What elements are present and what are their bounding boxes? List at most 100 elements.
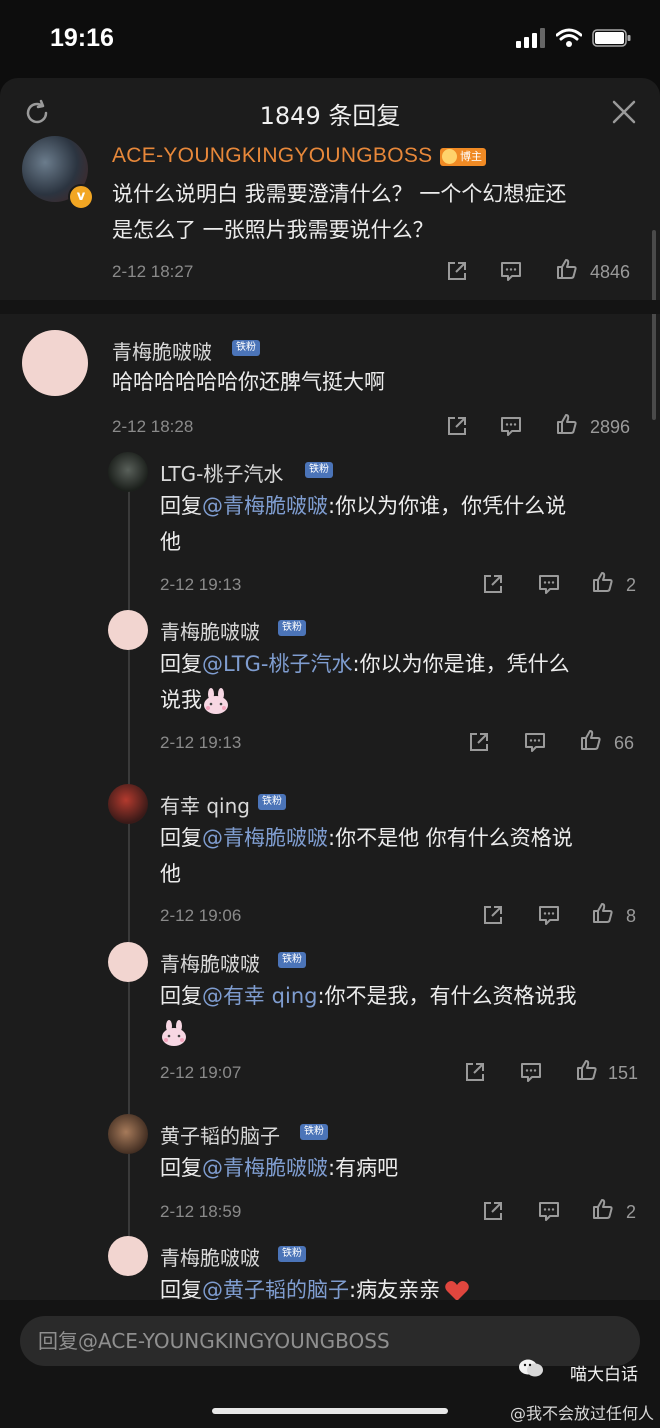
divider	[0, 300, 660, 314]
avatar[interactable]	[108, 942, 148, 982]
comment-icon[interactable]	[500, 260, 522, 282]
watermark-handle: @我不会放过任何人	[509, 1404, 654, 1423]
author-name[interactable]: 青梅脆啵啵	[160, 616, 260, 645]
fan-badge: 铁粉	[305, 462, 333, 478]
comment-text: 哈哈哈哈哈哈你还脾气挺大啊	[112, 370, 385, 394]
mention-link[interactable]: @黄子韬的脑子	[202, 1278, 349, 1302]
reply-body: 说我	[160, 688, 202, 712]
like-icon[interactable]	[580, 729, 602, 751]
like-icon[interactable]	[592, 571, 614, 593]
reply-bar: 回复@ACE-YOUNGKINGYOUNGBOSS 喵大白话 @我不会放过任何人	[0, 1300, 660, 1428]
author-name[interactable]: 青梅脆啵啵	[160, 948, 260, 977]
fan-badge: 铁粉	[278, 1246, 306, 1262]
reply-time: 2-12 19:06	[160, 906, 242, 925]
author-name[interactable]: 青梅脆啵啵	[112, 336, 212, 365]
close-icon[interactable]	[610, 98, 638, 126]
reply-text-line1: 回复@青梅脆啵啵:你不是他 你有什么资格说	[160, 820, 573, 856]
comment-icon[interactable]	[524, 731, 546, 753]
share-icon[interactable]	[468, 731, 490, 753]
mention-link[interactable]: @有幸 qing	[202, 984, 317, 1008]
scroll-indicator[interactable]	[652, 230, 656, 420]
reply-input[interactable]: 回复@ACE-YOUNGKINGYOUNGBOSS	[20, 1316, 640, 1366]
bunny-emoji-icon	[162, 1020, 186, 1046]
reply-text-line2: 说我	[160, 682, 230, 718]
comment-icon[interactable]	[538, 1200, 560, 1222]
wechat-icon	[519, 1359, 543, 1377]
like-icon[interactable]	[556, 413, 578, 435]
like-icon[interactable]	[592, 902, 614, 924]
like-count: 4846	[590, 262, 631, 282]
author-name[interactable]: ACE-YOUNGKINGYOUNGBOSS	[112, 144, 432, 168]
comment-icon[interactable]	[538, 904, 560, 926]
mention-link[interactable]: @LTG-桃子汽水	[202, 652, 353, 676]
comment-icon[interactable]	[520, 1061, 542, 1083]
reply-body: :你以为你是谁，凭什么	[352, 652, 570, 676]
like-count: 2896	[590, 417, 631, 437]
replies-sheet: 1849 条回复 v ACE-YOUNGKINGYOUNGBOSS 博主 说什么…	[0, 78, 660, 1428]
reply-body: :你以为你谁，你凭什么说	[328, 494, 567, 518]
fan-badge: 铁粉	[232, 340, 260, 356]
comment-time: 2-12 18:27	[112, 262, 194, 281]
comment-icon[interactable]	[500, 415, 522, 437]
share-icon[interactable]	[464, 1061, 486, 1083]
page-title: 1849 条回复	[259, 102, 401, 130]
author-name[interactable]: 青梅脆啵啵	[160, 1242, 260, 1271]
share-icon[interactable]	[446, 260, 468, 282]
avatar[interactable]	[22, 330, 88, 396]
share-icon[interactable]	[482, 573, 504, 595]
like-count: 151	[608, 1063, 639, 1083]
like-count: 2	[626, 1202, 637, 1222]
wifi-icon	[556, 28, 582, 47]
like-count: 66	[614, 733, 635, 753]
reply-prefix: 回复	[160, 652, 202, 676]
sheet-header: 1849 条回复	[0, 78, 660, 148]
like-icon[interactable]	[576, 1059, 598, 1081]
home-indicator	[212, 1408, 448, 1414]
author-badge: 博主	[440, 148, 486, 166]
comment-text-line2: 是怎么了 一张照片我需要说什么？	[112, 218, 434, 242]
avatar[interactable]	[108, 784, 148, 824]
fan-badge: 铁粉	[278, 620, 306, 636]
author-badge-label: 博主	[460, 150, 482, 163]
like-icon[interactable]	[556, 258, 578, 280]
reply-prefix: 回复	[160, 984, 202, 1008]
status-icons	[516, 28, 632, 48]
mention-link[interactable]: @青梅脆啵啵	[202, 826, 328, 850]
bunny-emoji-icon	[204, 688, 228, 714]
author-name[interactable]: 黄子韬的脑子	[160, 1120, 280, 1149]
avatar[interactable]	[108, 1114, 148, 1154]
status-time: 19:16	[50, 24, 114, 52]
status-bar: 19:16	[0, 0, 660, 78]
author-badge-icon	[442, 149, 457, 164]
reply-time: 2-12 19:13	[160, 575, 242, 594]
like-count: 8	[626, 906, 637, 926]
reply-body: :病友亲亲	[349, 1278, 441, 1302]
reply-time: 2-12 18:59	[160, 1202, 242, 1221]
reply-time: 2-12 19:07	[160, 1063, 242, 1082]
share-icon[interactable]	[446, 415, 468, 437]
reply-body: :你不是他 你有什么资格说	[328, 826, 573, 850]
verified-icon: v	[68, 184, 94, 210]
reply-text-line1: 回复@青梅脆啵啵:你以为你谁，你凭什么说	[160, 488, 566, 524]
like-icon[interactable]	[592, 1198, 614, 1220]
author-name[interactable]: LTG-桃子汽水	[160, 458, 283, 487]
battery-icon	[592, 29, 631, 47]
avatar[interactable]	[108, 1236, 148, 1276]
share-icon[interactable]	[482, 904, 504, 926]
mention-link[interactable]: @青梅脆啵啵	[202, 494, 328, 518]
share-icon[interactable]	[482, 1200, 504, 1222]
reply-text-line2: 他	[160, 530, 181, 554]
reply-prefix: 回复	[160, 1156, 202, 1180]
avatar[interactable]	[108, 452, 148, 492]
reply-body: :你不是我，有什么资格说我	[317, 984, 577, 1008]
reply-text-line1: 回复@青梅脆啵啵:有病吧	[160, 1150, 398, 1186]
comment-icon[interactable]	[538, 573, 560, 595]
mention-link[interactable]: @青梅脆啵啵	[202, 1156, 328, 1180]
reply-body: :有病吧	[328, 1156, 399, 1180]
reply-text-line2	[160, 1014, 188, 1050]
author-name[interactable]: 有幸 qing	[160, 790, 250, 819]
avatar[interactable]	[108, 610, 148, 650]
reply-text-line1: 回复@LTG-桃子汽水:你以为你是谁，凭什么	[160, 646, 570, 682]
reply-prefix: 回复	[160, 1278, 202, 1302]
watermark-title: 喵大白话	[570, 1365, 638, 1385]
